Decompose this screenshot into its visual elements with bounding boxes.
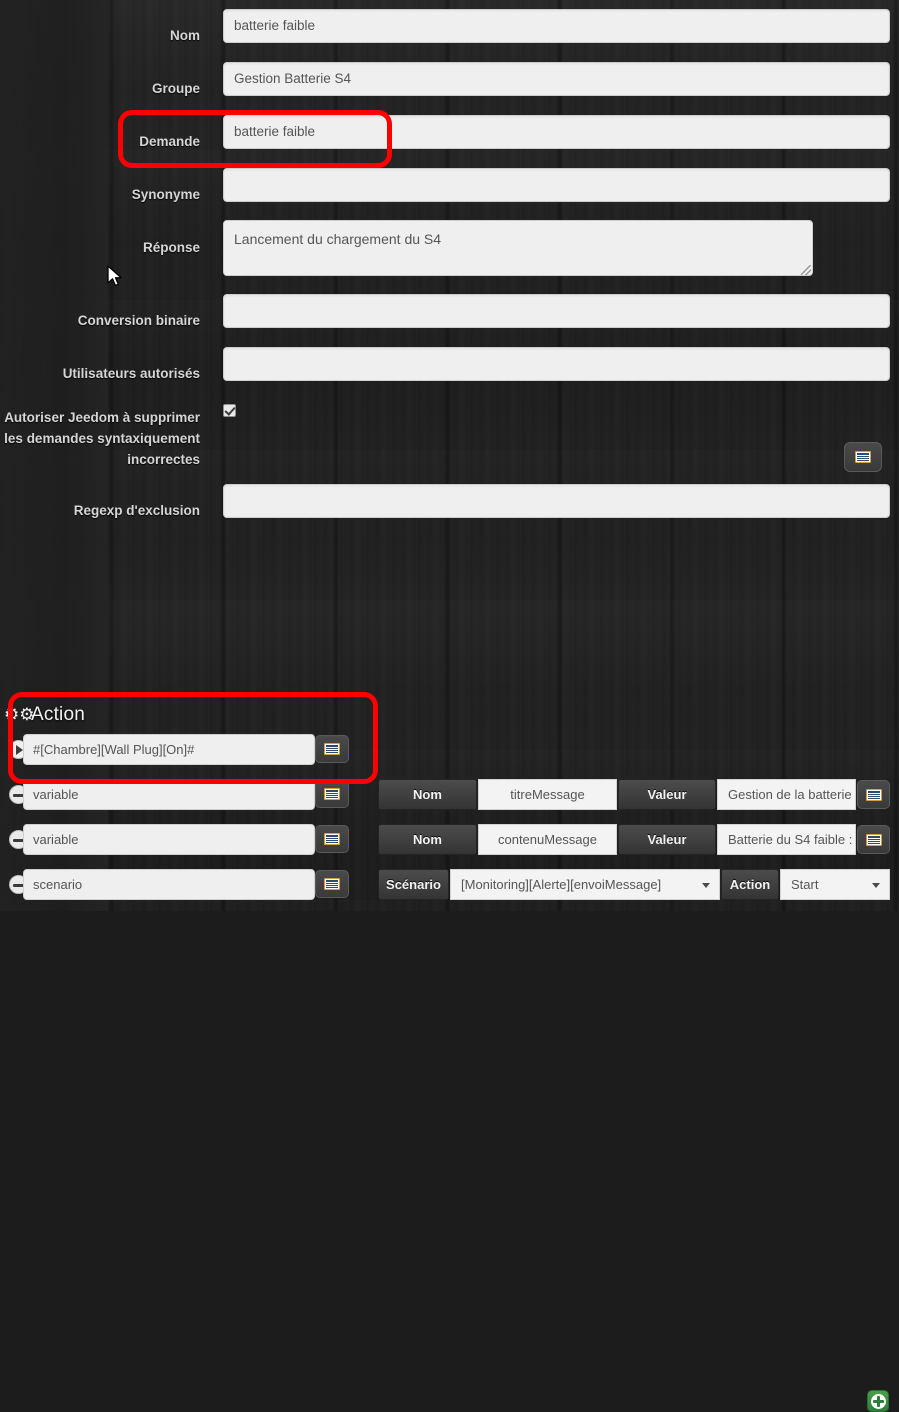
action-panel-title: Action	[31, 704, 86, 725]
list-picker-icon	[855, 451, 871, 463]
cogs-icon: ⚙⚙	[4, 705, 35, 724]
scenario-select[interactable]: [Monitoring][Alerte][envoiMessage]	[450, 869, 720, 900]
input-nom[interactable]: batterie faible	[223, 9, 890, 43]
action-field-value-valeur[interactable]: Batterie du S4 faible :	[717, 824, 856, 855]
label-conversion-binaire: Conversion binaire	[77, 313, 200, 328]
action-expression-input[interactable]: variable	[23, 824, 315, 855]
action-row: scenario Scénario [Monitoring][Alerte][e…	[0, 869, 899, 900]
action-field-value-nom[interactable]: contenuMessage	[478, 824, 617, 855]
list-picker-icon	[324, 788, 340, 800]
label-autoriser-jeedom: Autoriser Jeedom à supprimer les demande…	[4, 410, 200, 467]
action-select-value: Start	[791, 877, 819, 892]
plus-circle-icon	[870, 1393, 886, 1409]
textarea-reponse[interactable]: Lancement du chargement du S4	[223, 220, 813, 276]
label-regexp-exclusion: Regexp d'exclusion	[73, 503, 200, 518]
action-field-label-scenario: Scénario	[378, 869, 449, 900]
input-groupe[interactable]: Gestion Batterie S4	[223, 62, 890, 96]
add-action-button[interactable]	[867, 1390, 889, 1412]
action-list-picker-button[interactable]	[315, 780, 349, 808]
label-demande: Demande	[139, 134, 200, 149]
list-picker-icon	[324, 833, 340, 845]
chevron-down-icon	[872, 883, 880, 888]
label-groupe: Groupe	[151, 81, 200, 96]
action-panel-header: ⚙⚙ Action	[4, 702, 86, 728]
action-field-label-valeur: Valeur	[618, 824, 716, 855]
list-picker-icon	[865, 833, 882, 846]
action-value-list-picker-button[interactable]	[857, 780, 890, 809]
checkbox-autoriser-jeedom[interactable]	[223, 404, 236, 417]
action-expression-input[interactable]: scenario	[23, 869, 315, 900]
list-picker-icon	[324, 743, 340, 755]
action-list-picker-button[interactable]	[315, 825, 349, 853]
input-demande[interactable]: batterie faible	[223, 115, 890, 149]
label-synonyme: Synonyme	[131, 187, 200, 202]
action-field-label-action: Action	[721, 869, 779, 900]
input-conversion-binaire[interactable]	[223, 294, 890, 328]
scenario-select-value: [Monitoring][Alerte][envoiMessage]	[461, 877, 662, 892]
action-list-picker-button[interactable]	[315, 870, 349, 898]
action-field-label-nom: Nom	[378, 824, 477, 855]
input-synonyme[interactable]	[223, 168, 890, 202]
action-select[interactable]: Start	[780, 869, 890, 900]
list-picker-icon	[324, 878, 340, 890]
reponse-list-picker-button[interactable]	[844, 442, 882, 472]
action-row: #[Chambre][Wall Plug][On]#	[0, 734, 899, 765]
action-row: variable Nom contenuMessage Valeur Batte…	[0, 824, 899, 855]
action-panel: ⚙⚙ Action #[Chambre][Wall Plug][On]# var…	[0, 690, 899, 1412]
action-field-label-nom: Nom	[378, 779, 477, 810]
action-field-value-nom[interactable]: titreMessage	[478, 779, 617, 810]
action-expression-input[interactable]: #[Chambre][Wall Plug][On]#	[23, 734, 315, 765]
input-regexp-exclusion[interactable]	[223, 484, 890, 518]
label-reponse: Réponse	[142, 240, 200, 255]
action-row: variable Nom titreMessage Valeur Gestion…	[0, 779, 899, 810]
label-utilisateurs-autorises: Utilisateurs autorisés	[62, 366, 200, 381]
action-list-picker-button[interactable]	[315, 735, 349, 763]
list-picker-icon	[865, 788, 882, 801]
label-nom: Nom	[170, 28, 200, 43]
input-utilisateurs-autorises[interactable]	[223, 347, 890, 381]
action-value-list-picker-button[interactable]	[857, 825, 890, 854]
chevron-down-icon	[702, 883, 710, 888]
action-field-value-valeur[interactable]: Gestion de la batterie	[717, 779, 856, 810]
action-field-label-valeur: Valeur	[618, 779, 716, 810]
action-expression-input[interactable]: variable	[23, 779, 315, 810]
